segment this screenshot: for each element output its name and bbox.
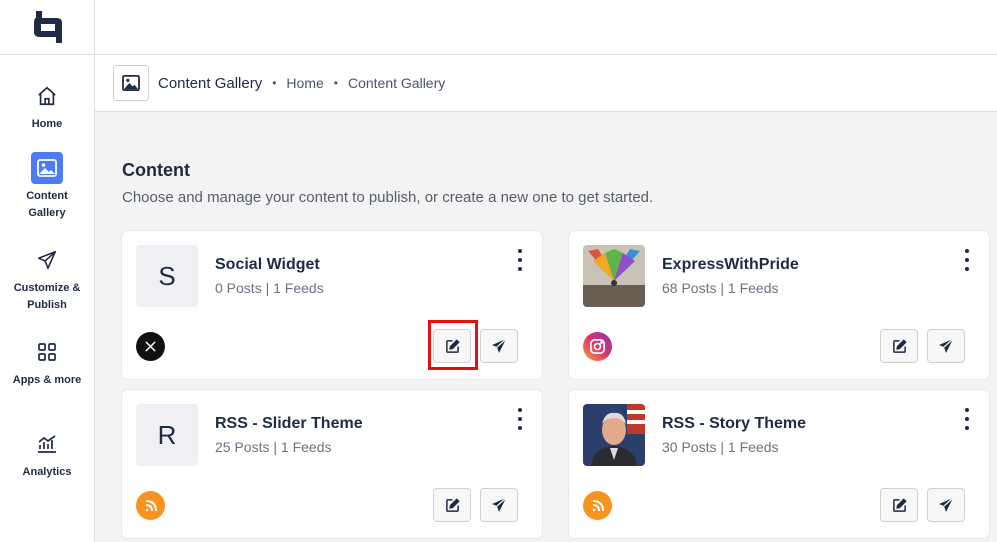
rss-icon — [583, 491, 612, 520]
app-logo-icon — [34, 11, 62, 43]
content-heading: Content — [122, 160, 190, 180]
sidebar: Home Content Gallery Customize & Publish… — [0, 0, 95, 542]
sidebar-item-label: Customize & Publish — [13, 282, 81, 311]
sidebar-item-analytics[interactable]: Analytics — [0, 428, 94, 481]
send-icon — [492, 338, 507, 353]
content-subtitle: Choose and manage your content to publis… — [122, 189, 654, 206]
logo[interactable] — [0, 0, 94, 55]
card-title[interactable]: RSS - Slider Theme — [215, 415, 363, 433]
card-meta: 68 Posts | 1 Feeds — [662, 280, 779, 296]
instagram-icon — [583, 332, 612, 361]
card-thumbnail-image — [583, 245, 645, 307]
breadcrumb-home-link[interactable]: Home — [286, 75, 323, 91]
sidebar-item-label: Home — [31, 118, 63, 130]
edit-button[interactable] — [433, 329, 471, 363]
edit-button[interactable] — [433, 488, 471, 522]
page-title: Content Gallery — [158, 74, 263, 92]
analytics-icon — [31, 428, 63, 460]
card-meta: 30 Posts | 1 Feeds — [662, 439, 779, 455]
sidebar-item-content-gallery[interactable]: Content Gallery — [0, 152, 94, 222]
more-options-icon[interactable] — [963, 249, 971, 271]
more-options-icon[interactable] — [516, 249, 524, 271]
edit-icon — [892, 497, 907, 512]
card-title[interactable]: Social Widget — [215, 256, 320, 274]
card-title[interactable]: ExpressWithPride — [662, 256, 799, 274]
edit-icon — [445, 497, 460, 512]
breadcrumb-separator: • — [272, 76, 277, 90]
breadcrumb-separator: • — [333, 76, 338, 90]
sidebar-item-customize-publish[interactable]: Customize & Publish — [0, 244, 94, 314]
card-thumbnail: S — [136, 245, 198, 307]
breadcrumb-current: Content Gallery — [347, 75, 446, 91]
top-bar — [95, 0, 997, 55]
content-card-social-widget[interactable]: S Social Widget 0 Posts | 1 Feeds — [122, 231, 542, 379]
content-card-expresswithpride[interactable]: ExpressWithPride 68 Posts | 1 Feeds — [569, 231, 989, 379]
edit-button[interactable] — [880, 329, 918, 363]
send-icon — [31, 244, 63, 276]
publish-button[interactable] — [927, 488, 965, 522]
publish-button[interactable] — [480, 329, 518, 363]
sidebar-item-apps-more[interactable]: Apps & more — [0, 336, 94, 389]
sidebar-item-label: Content Gallery — [26, 190, 68, 219]
home-icon — [31, 80, 63, 112]
more-options-icon[interactable] — [963, 408, 971, 430]
breadcrumb: Content Gallery • Home • Content Gallery — [95, 55, 997, 112]
edit-icon — [445, 338, 460, 353]
sidebar-item-label: Apps & more — [12, 374, 82, 386]
send-icon — [939, 497, 954, 512]
publish-button[interactable] — [480, 488, 518, 522]
send-icon — [939, 338, 954, 353]
publish-button[interactable] — [927, 329, 965, 363]
card-meta: 25 Posts | 1 Feeds — [215, 439, 332, 455]
image-icon — [113, 65, 149, 101]
sidebar-item-label: Analytics — [22, 466, 72, 478]
content-card-rss-story-theme[interactable]: RSS - Story Theme 30 Posts | 1 Feeds — [569, 390, 989, 538]
sidebar-item-home[interactable]: Home — [0, 80, 94, 133]
content-card-rss-slider-theme[interactable]: R RSS - Slider Theme 25 Posts | 1 Feeds — [122, 390, 542, 538]
grid-icon — [31, 336, 63, 368]
card-thumbnail: R — [136, 404, 198, 466]
card-title[interactable]: RSS - Story Theme — [662, 415, 806, 433]
more-options-icon[interactable] — [516, 408, 524, 430]
image-icon — [31, 152, 63, 184]
send-icon — [492, 497, 507, 512]
card-meta: 0 Posts | 1 Feeds — [215, 280, 324, 296]
card-thumbnail-image — [583, 404, 645, 466]
rss-icon — [136, 491, 165, 520]
edit-icon — [892, 338, 907, 353]
x-icon — [136, 332, 165, 361]
edit-button[interactable] — [880, 488, 918, 522]
